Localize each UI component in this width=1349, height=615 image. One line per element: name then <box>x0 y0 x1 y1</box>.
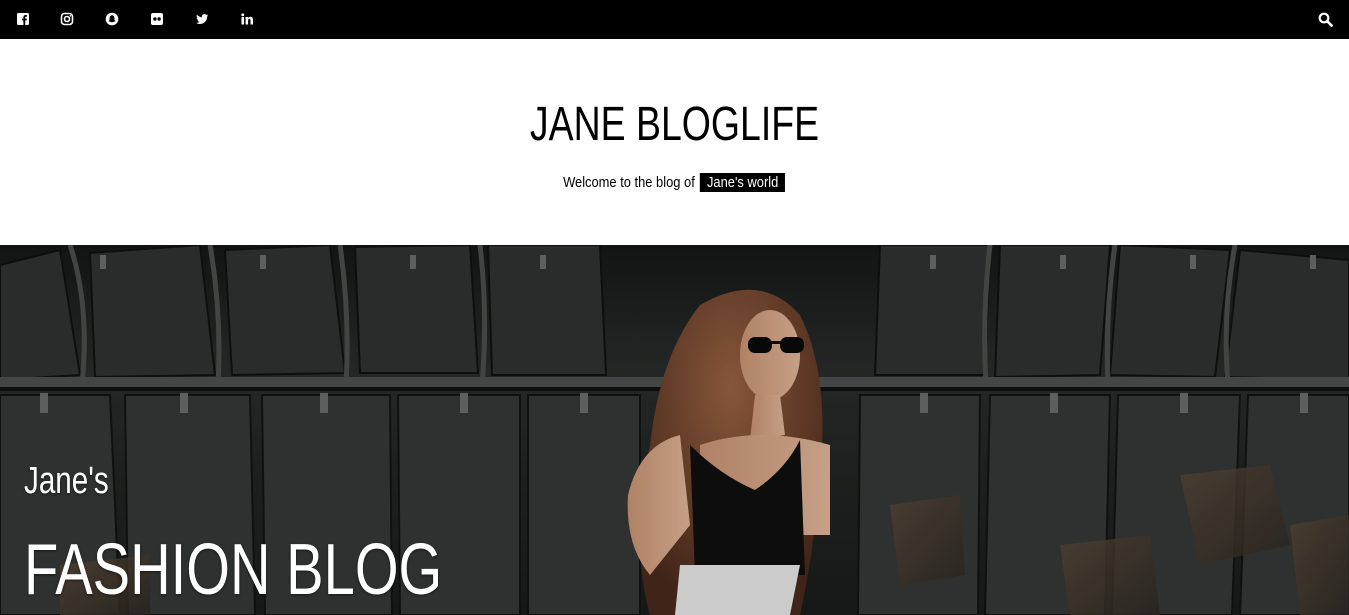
flickr-icon[interactable] <box>150 12 164 26</box>
tagline-text: Welcome to the blog of <box>563 174 696 191</box>
site-header: JANE BLOGLIFE Welcome to the blog of Jan… <box>0 39 1349 245</box>
instagram-icon[interactable] <box>60 12 74 26</box>
site-title[interactable]: JANE BLOGLIFE <box>148 97 1200 153</box>
twitter-icon[interactable] <box>195 12 209 26</box>
search-icon[interactable] <box>1318 12 1333 27</box>
linkedin-icon[interactable] <box>240 12 254 26</box>
tagline-highlight: Jane's world <box>700 173 786 192</box>
top-bar <box>0 0 1349 39</box>
hero-subtitle: Jane's <box>24 460 109 502</box>
site-tagline: Welcome to the blog of Jane's world <box>0 172 1349 194</box>
snapchat-icon[interactable] <box>105 12 119 26</box>
facebook-icon[interactable] <box>16 12 30 26</box>
hero-banner: Jane's FASHION BLOG <box>0 245 1349 615</box>
hero-title: FASHION BLOG <box>24 530 443 610</box>
